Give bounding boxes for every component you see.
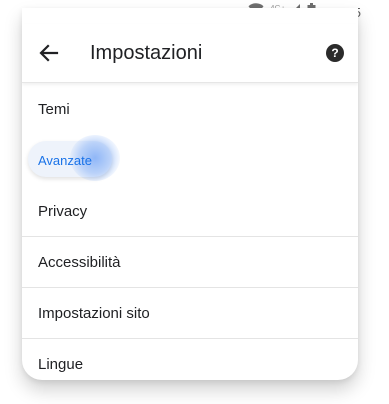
menu-item-temi[interactable]: Temi [22, 84, 358, 135]
help-icon: ? [331, 46, 339, 60]
menu-item-privacy[interactable]: Privacy [22, 186, 358, 237]
settings-screen: Impostazioni ? Temi Avanzate Privacy Acc… [22, 8, 358, 380]
menu-item-label: Avanzate [38, 153, 92, 168]
menu-item-label: Impostazioni sito [38, 304, 150, 322]
settings-menu: Temi Avanzate Privacy Accessibilità Impo… [22, 84, 358, 380]
menu-item-label: Lingue [38, 356, 84, 373]
help-button[interactable]: ? [326, 44, 344, 62]
menu-item-avanzate[interactable]: Avanzate [22, 135, 358, 186]
menu-item-label: Privacy [38, 202, 88, 220]
arrow-back-icon [39, 44, 59, 62]
menu-item-accessibilita[interactable]: Accessibilità [22, 237, 358, 288]
app-bar: Impostazioni ? [22, 24, 358, 83]
menu-item-lingue[interactable]: Lingue [22, 339, 358, 380]
menu-item-label: Accessibilità [38, 253, 121, 271]
back-button[interactable] [36, 40, 62, 66]
page-title: Impostazioni [90, 41, 203, 64]
menu-item-impostazioni-sito[interactable]: Impostazioni sito [22, 288, 358, 339]
menu-item-label: Temi [38, 101, 70, 118]
